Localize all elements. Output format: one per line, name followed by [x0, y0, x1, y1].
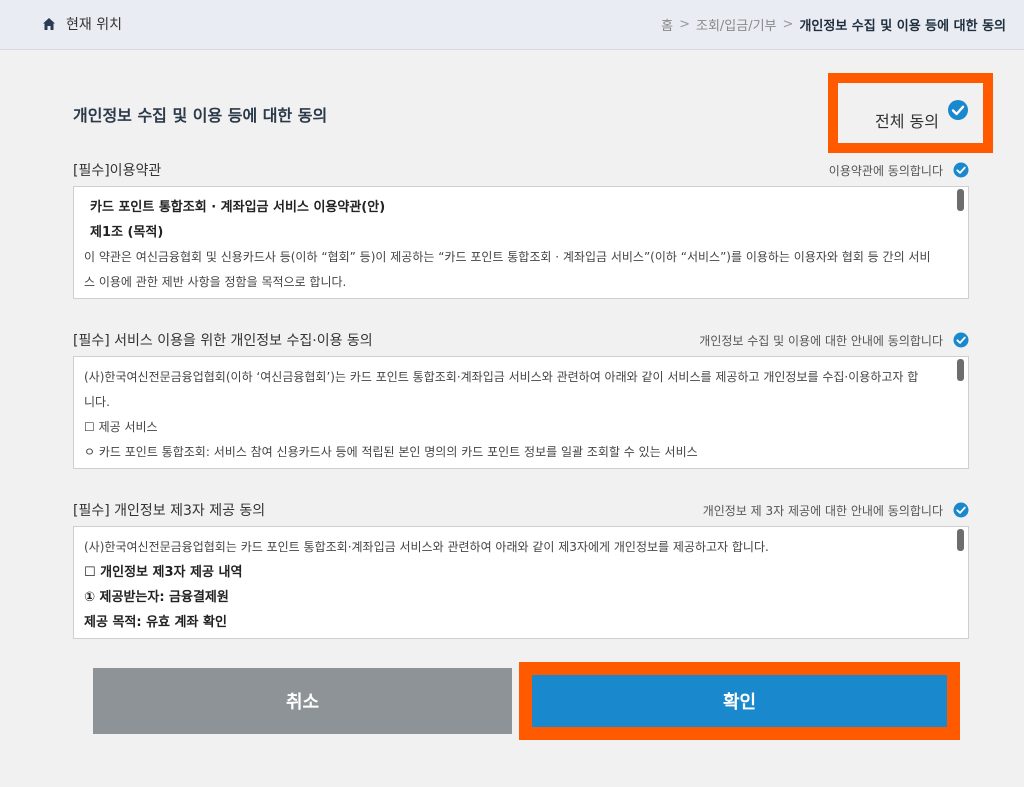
check-circle-icon[interactable]: [953, 332, 969, 348]
third-party-section-header: [필수] 개인정보 제3자 제공 동의 개인정보 제 3자 제공에 대한 안내에…: [73, 501, 969, 519]
privacy-collection-agree-toggle[interactable]: 개인정보 수집 및 이용에 대한 안내에 동의합니다: [699, 332, 969, 349]
breadcrumb-current: 개인정보 수집 및 이용 등에 대한 동의: [799, 19, 1006, 34]
third-party-agree-toggle[interactable]: 개인정보 제 3자 제공에 대한 안내에 동의합니다: [703, 502, 969, 519]
breadcrumb-separator: >: [782, 17, 794, 32]
privacy-collection-line: ㅇ 카드 포인트 통합조회: 서비스 참여 신용카드사 등에 적립된 본인 명의…: [84, 445, 698, 459]
breadcrumb-home[interactable]: 홈: [661, 15, 673, 34]
top-bar: 현재 위치 홈 > 조회/입금/기부 > 개인정보 수집 및 이용 등에 대한 …: [0, 0, 1024, 50]
cancel-button[interactable]: 취소: [93, 668, 512, 734]
location-indicator: 현재 위치: [42, 14, 122, 34]
privacy-collection-section-header: [필수] 서비스 이용을 위한 개인정보 수집·이용 동의 개인정보 수집 및 …: [73, 331, 969, 349]
third-party-textbox[interactable]: (사)한국여신전문금융업협회는 카드 포인트 통합조회·계좌입금 서비스와 관련…: [73, 526, 969, 639]
terms-line: 스 이용에 관한 제반 사항을 정함을 목적으로 합니다.: [84, 275, 347, 289]
location-label: 현재 위치: [66, 17, 122, 33]
scrollbar-thumb[interactable]: [957, 359, 964, 381]
third-party-section-title: [필수] 개인정보 제3자 제공 동의: [73, 503, 266, 519]
terms-agree-toggle[interactable]: 이용약관에 동의합니다: [829, 162, 969, 179]
check-circle-icon[interactable]: [947, 99, 969, 121]
breadcrumb-inquiry[interactable]: 조회/입금/기부: [696, 15, 777, 34]
breadcrumb: 홈 > 조회/입금/기부 > 개인정보 수집 및 이용 등에 대한 동의: [661, 15, 1006, 34]
check-circle-icon[interactable]: [953, 502, 969, 518]
terms-section-header: [필수]이용약관 이용약관에 동의합니다: [73, 161, 969, 179]
all-agree-toggle[interactable]: 전체 동의: [828, 73, 993, 153]
terms-section-title: [필수]이용약관: [73, 163, 162, 179]
confirm-button[interactable]: 확인: [532, 675, 947, 727]
privacy-collection-section-title: [필수] 서비스 이용을 위한 개인정보 수집·이용 동의: [73, 333, 373, 349]
third-party-line: ☐ 개인정보 제3자 제공 내역: [84, 565, 243, 580]
all-agree-label: 전체 동의: [875, 112, 939, 131]
breadcrumb-separator: >: [679, 17, 690, 32]
terms-line: 카드 포인트 통합조회 · 계좌입금 서비스 이용약관(안): [90, 200, 386, 215]
third-party-agree-label: 개인정보 제 3자 제공에 대한 안내에 동의합니다: [702, 503, 943, 518]
privacy-collection-line: 니다.: [84, 395, 110, 409]
terms-line: 제1조 (목적): [90, 225, 164, 240]
terms-agree-label: 이용약관에 동의합니다: [828, 163, 943, 178]
scrollbar-thumb[interactable]: [957, 529, 964, 551]
third-party-line: ① 제공받는자: 금융결제원: [84, 590, 229, 605]
privacy-collection-line: ☐ 제공 서비스: [84, 420, 158, 434]
third-party-line: 제공 목적: 유효 계좌 확인: [84, 615, 227, 630]
check-circle-icon[interactable]: [953, 162, 969, 178]
third-party-line: (사)한국여신전문금융업협회는 카드 포인트 통합조회·계좌입금 서비스와 관련…: [84, 540, 769, 554]
terms-line: 이 약관은 여신금융협회 및 신용카드사 등(이하 “협회” 등)이 제공하는 …: [84, 250, 931, 264]
scrollbar-thumb[interactable]: [957, 189, 964, 211]
home-icon: [43, 18, 55, 30]
page-title: 개인정보 수집 및 이용 등에 대한 동의: [73, 106, 328, 125]
privacy-collection-line: (사)한국여신전문금융업협회(이하 ‘여신금융협회’)는 카드 포인트 통합조회…: [84, 370, 919, 384]
terms-textbox[interactable]: 카드 포인트 통합조회 · 계좌입금 서비스 이용약관(안) 제1조 (목적) …: [73, 186, 969, 299]
privacy-collection-textbox[interactable]: (사)한국여신전문금융업협회(이하 ‘여신금융협회’)는 카드 포인트 통합조회…: [73, 356, 969, 469]
privacy-collection-agree-label: 개인정보 수집 및 이용에 대한 안내에 동의합니다: [699, 333, 943, 348]
